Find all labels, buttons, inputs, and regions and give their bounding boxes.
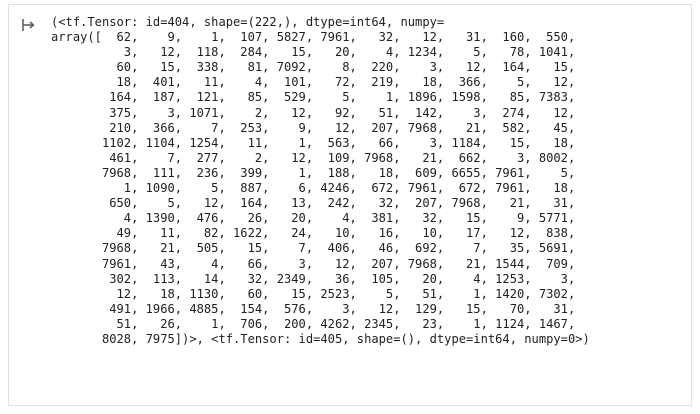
output-line: 51, 26, 1, 706, 200, 4262, 2345, 23, 1, …	[51, 316, 576, 331]
output-line: 60, 15, 338, 81, 7092, 8, 220, 3, 12, 16…	[51, 60, 576, 75]
output-line: 8028, 7975])>, <tf.Tensor: id=405, shape…	[51, 331, 590, 346]
output-line: 164, 187, 121, 85, 529, 5, 1, 1896, 1598…	[51, 90, 576, 105]
output-line: 650, 5, 12, 164, 13, 242, 32, 207, 7968,…	[51, 196, 576, 211]
output-line: 7961, 43, 4, 66, 3, 12, 207, 7968, 21, 1…	[51, 256, 576, 271]
output-line: 18, 401, 11, 4, 101, 72, 219, 18, 366, 5…	[51, 75, 576, 90]
output-line: 302, 113, 14, 32, 2349, 36, 105, 20, 4, …	[51, 271, 576, 286]
output-line: 49, 11, 82, 1622, 24, 10, 16, 10, 17, 12…	[51, 226, 576, 241]
output-text: (<tf.Tensor: id=404, shape=(222,), dtype…	[51, 15, 590, 347]
output-line: 461, 7, 277, 2, 12, 109, 7968, 21, 662, …	[51, 150, 576, 165]
output-line: 1, 1090, 5, 887, 6, 4246, 672, 7961, 672…	[51, 181, 576, 196]
output-line: 3, 12, 118, 284, 15, 20, 4, 1234, 5, 78,…	[51, 45, 576, 60]
output-line: 375, 3, 1071, 2, 12, 92, 51, 142, 3, 274…	[51, 105, 576, 120]
output-line: array([ 62, 9, 1, 107, 5827, 7961, 32, 1…	[51, 30, 576, 45]
output-line: 4, 1390, 476, 26, 20, 4, 381, 32, 15, 9,…	[51, 211, 576, 226]
output-line: (<tf.Tensor: id=404, shape=(222,), dtype…	[51, 15, 445, 29]
cell-output-area: (<tf.Tensor: id=404, shape=(222,), dtype…	[8, 4, 692, 406]
output-line: 210, 366, 7, 253, 9, 12, 207, 7968, 21, …	[51, 120, 576, 135]
output-line: 7968, 21, 505, 15, 7, 406, 46, 692, 7, 3…	[51, 241, 576, 256]
output-line: 12, 18, 1130, 60, 15, 2523, 5, 51, 1, 14…	[51, 286, 576, 301]
output-line: 1102, 1104, 1254, 11, 1, 563, 66, 3, 118…	[51, 135, 576, 150]
output-line: 7968, 111, 236, 399, 1, 188, 18, 609, 66…	[51, 165, 576, 180]
output-line: 491, 1966, 4885, 154, 576, 3, 12, 129, 1…	[51, 301, 576, 316]
output-redirect-icon[interactable]	[21, 17, 37, 33]
